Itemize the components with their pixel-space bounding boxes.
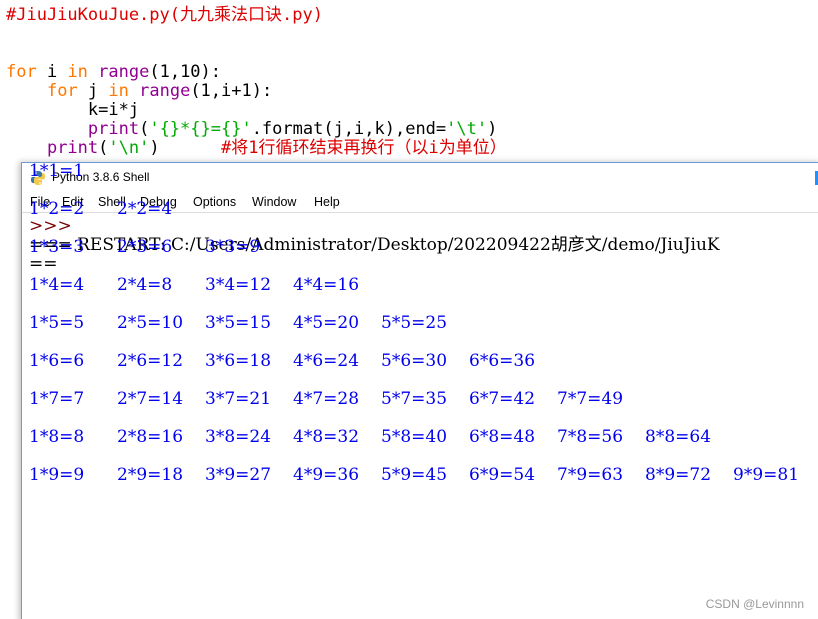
code-line: #JiuJiuKouJue.py(九九乘法口诀.py) <box>6 6 323 25</box>
output-cell: 7*7=49 <box>557 389 624 409</box>
output-cell: 3*6=18 <box>205 351 272 371</box>
output-cell: 1*8=8 <box>29 427 85 447</box>
code-token: ) <box>487 119 498 139</box>
code-token: #将1行循环结束再换行（以i为单位） <box>221 138 507 158</box>
code-token: ( <box>98 138 109 158</box>
output-cell: 6*7=42 <box>469 389 536 409</box>
output-cell: 4*9=36 <box>293 465 360 485</box>
code-token: ( <box>139 119 150 139</box>
code-line: print('\n') #将1行循环结束再换行（以i为单位） <box>6 139 507 158</box>
python-shell-window[interactable]: Python 3.8.6 Shell File Edit Shell Debug… <box>21 161 818 619</box>
code-token: print <box>87 119 140 139</box>
output-cell: 4*4=16 <box>293 275 360 295</box>
output-cell: 6*8=48 <box>469 427 536 447</box>
output-cell: 9*9=81 <box>733 465 800 485</box>
output-cell: 2*7=14 <box>117 389 184 409</box>
output-cell: 1*2=2 <box>29 199 85 219</box>
output-cell: 1*6=6 <box>29 351 85 371</box>
code-token: k=i*j <box>6 100 140 120</box>
output-cell: 4*8=32 <box>293 427 360 447</box>
code-line: for i in range(1,10): <box>6 63 221 82</box>
code-token: .format(j,i,k),end= <box>251 119 447 139</box>
code-token: '\n' <box>108 138 150 158</box>
output-cell: 8*9=72 <box>645 465 712 485</box>
output-cell: 2*5=10 <box>117 313 184 333</box>
output-cell: 5*9=45 <box>381 465 448 485</box>
code-line: print('{}*{}={}'.format(j,i,k),end='\t') <box>6 120 497 139</box>
output-cell: 3*7=21 <box>205 389 272 409</box>
output-cell: 5*8=40 <box>381 427 448 447</box>
code-token: '{}*{}={}' <box>149 119 252 139</box>
output-cell: 2*4=8 <box>117 275 173 295</box>
output-cell: 3*4=12 <box>205 275 272 295</box>
output-cell: 5*6=30 <box>381 351 448 371</box>
code-token: for <box>46 81 78 101</box>
code-token: range <box>139 81 191 101</box>
menu-help[interactable]: Help <box>314 195 340 209</box>
output-cell: 1*4=4 <box>29 275 85 295</box>
code-token: j <box>77 81 109 101</box>
output-cell: 4*6=24 <box>293 351 360 371</box>
output-cell: 5*5=25 <box>381 313 448 333</box>
code-token: #JiuJiuKouJue.py(九九乘法口诀.py) <box>6 5 323 25</box>
code-line: k=i*j <box>6 101 139 120</box>
code-token: print <box>46 138 99 158</box>
code-token: in <box>108 81 129 101</box>
output-cell: 1*7=7 <box>29 389 85 409</box>
output-cell: 6*9=54 <box>469 465 536 485</box>
output-cell: 1*5=5 <box>29 313 85 333</box>
output-cell: 3*3=9 <box>205 237 261 257</box>
title-bar[interactable]: Python 3.8.6 Shell <box>22 163 818 193</box>
code-line: for j in range(1,i+1): <box>6 82 272 101</box>
output-cell: 2*3=6 <box>117 237 173 257</box>
output-cell: 1*1=1 <box>29 161 85 181</box>
output-cell: 4*5=20 <box>293 313 360 333</box>
shell-console[interactable]: >>> === RESTART: C:/Users/Administrator/… <box>22 161 818 619</box>
output-cell: 5*7=35 <box>381 389 448 409</box>
code-editor[interactable]: #JiuJiuKouJue.py(九九乘法口诀.py) for i in rang… <box>0 0 818 170</box>
output-cell: 3*9=27 <box>205 465 272 485</box>
code-token: i <box>36 62 68 82</box>
menu-options[interactable]: Options <box>193 195 236 209</box>
menu-window[interactable]: Window <box>252 195 296 209</box>
code-token: (1,i+1): <box>190 81 273 101</box>
output-cell: 2*8=16 <box>117 427 184 447</box>
output-cell: 1*9=9 <box>29 465 85 485</box>
code-token: in <box>67 62 88 82</box>
output-cell: 2*6=12 <box>117 351 184 371</box>
output-cell: 7*8=56 <box>557 427 624 447</box>
output-cell: 1*3=3 <box>29 237 85 257</box>
output-cell: 2*9=18 <box>117 465 184 485</box>
output-cell: 4*7=28 <box>293 389 360 409</box>
output-cell: 6*6=36 <box>469 351 536 371</box>
watermark: CSDN @Levinnnn <box>705 597 804 611</box>
output-cell: 2*2=4 <box>117 199 173 219</box>
output-cell: 3*8=24 <box>205 427 272 447</box>
output-cell: 7*9=63 <box>557 465 624 485</box>
code-token: (1,10): <box>149 62 222 82</box>
code-token: '\t' <box>446 119 488 139</box>
output-cell: 3*5=15 <box>205 313 272 333</box>
code-token: ) <box>149 138 221 158</box>
code-token: range <box>98 62 150 82</box>
code-token: for <box>6 62 37 82</box>
output-cell: 8*8=64 <box>645 427 712 447</box>
